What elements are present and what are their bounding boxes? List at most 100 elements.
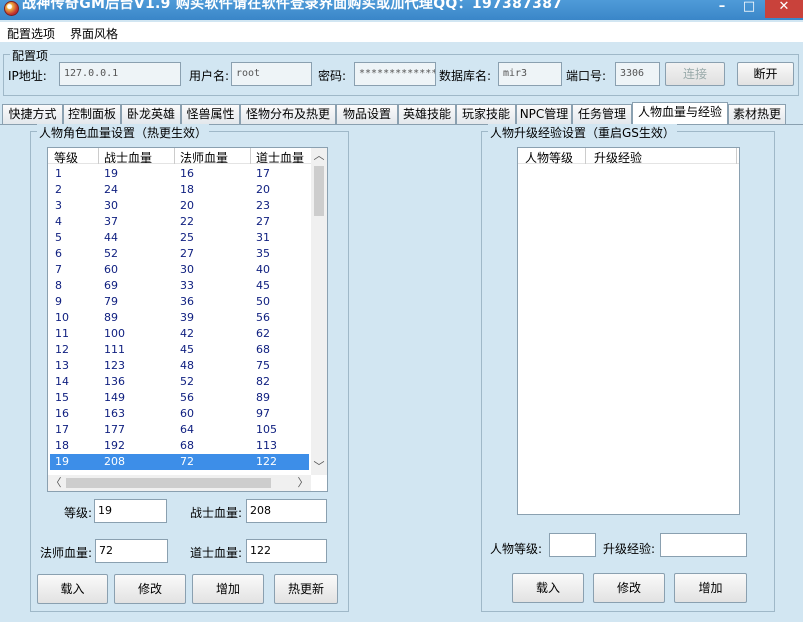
- tab-control-panel[interactable]: 控制面板: [63, 104, 121, 124]
- tab-item-settings[interactable]: 物品设置: [336, 104, 398, 124]
- table-cell: 27: [256, 215, 270, 228]
- tab-player-skills[interactable]: 玩家技能: [456, 104, 516, 124]
- table-cell: 2: [55, 183, 62, 196]
- app-icon: [4, 1, 19, 16]
- levelup-exp-input[interactable]: [660, 533, 747, 557]
- table-row[interactable]: 14 136 52 82: [50, 374, 309, 390]
- table-row[interactable]: 11 100 42 62: [50, 326, 309, 342]
- table-row[interactable]: 13 123 48 75: [50, 358, 309, 374]
- table-cell: 68: [180, 439, 194, 452]
- vscroll-thumb[interactable]: [314, 166, 324, 216]
- level-input[interactable]: 19: [94, 499, 167, 523]
- table-row[interactable]: 1 19 16 17: [50, 166, 309, 182]
- table-cell: 7: [55, 263, 62, 276]
- table-row[interactable]: 6 52 27 35: [50, 246, 309, 262]
- column-divider: [585, 148, 586, 164]
- col-warrior-hp-header[interactable]: 战士血量: [104, 149, 152, 166]
- username-field[interactable]: root: [231, 62, 312, 86]
- tab-hp-and-exp[interactable]: 人物血量与经验: [632, 102, 728, 124]
- database-label: 数据库名:: [439, 69, 492, 83]
- table-cell: 17: [55, 423, 69, 436]
- table-cell: 10: [55, 311, 69, 324]
- table-row[interactable]: 19 208 72 122: [50, 454, 309, 470]
- col-level-header[interactable]: 等级: [54, 149, 78, 166]
- table-row[interactable]: 3 30 20 23: [50, 198, 309, 214]
- port-field[interactable]: 3306: [615, 62, 660, 86]
- table-row[interactable]: 18 192 68 113: [50, 438, 309, 454]
- hp-load-button[interactable]: 载入: [37, 574, 108, 604]
- table-cell: 5: [55, 231, 62, 244]
- table-cell: 20: [180, 199, 194, 212]
- table-cell: 24: [104, 183, 118, 196]
- menu-config-options[interactable]: 配置选项: [7, 25, 55, 42]
- close-button[interactable]: ✕: [765, 0, 803, 18]
- database-field[interactable]: mir3: [498, 62, 562, 86]
- table-cell: 60: [180, 407, 194, 420]
- hp-table-hscrollbar[interactable]: 〈 〉: [48, 475, 311, 491]
- table-cell: 14: [55, 375, 69, 388]
- col-mage-hp-header[interactable]: 法师血量: [180, 149, 228, 166]
- minimize-button[interactable]: –: [713, 0, 731, 18]
- tab-monster-distribution[interactable]: 怪物分布及热更: [240, 104, 336, 124]
- col-taoist-hp-header[interactable]: 道士血量: [256, 149, 304, 166]
- table-cell: 19: [104, 167, 118, 180]
- char-level-input[interactable]: [549, 533, 596, 557]
- table-cell: 36: [180, 295, 194, 308]
- table-row[interactable]: 15 149 56 89: [50, 390, 309, 406]
- table-cell: 89: [104, 311, 118, 324]
- table-row[interactable]: 7 60 30 40: [50, 262, 309, 278]
- maximize-button[interactable]: □: [740, 0, 758, 18]
- password-label: 密码:: [318, 69, 347, 83]
- table-row[interactable]: 12 111 45 68: [50, 342, 309, 358]
- hp-modify-button[interactable]: 修改: [114, 574, 186, 604]
- scroll-up-icon[interactable]: ︿: [311, 148, 327, 164]
- tab-npc-management[interactable]: NPC管理: [516, 104, 572, 124]
- tab-monster-attributes[interactable]: 怪兽属性: [181, 104, 240, 124]
- password-field[interactable]: *************: [354, 62, 436, 86]
- connect-button[interactable]: 连接: [665, 62, 725, 86]
- table-cell: 44: [104, 231, 118, 244]
- tab-asset-hot-update[interactable]: 素材热更: [728, 104, 786, 124]
- table-cell: 111: [104, 343, 125, 356]
- scroll-left-icon[interactable]: 〈: [48, 475, 64, 491]
- table-row[interactable]: 5 44 25 31: [50, 230, 309, 246]
- hscroll-thumb[interactable]: [66, 478, 271, 488]
- table-cell: 12: [55, 343, 69, 356]
- table-cell: 100: [104, 327, 125, 340]
- table-row[interactable]: 2 24 18 20: [50, 182, 309, 198]
- ip-field[interactable]: 127.0.0.1: [59, 62, 181, 86]
- table-row[interactable]: 9 79 36 50: [50, 294, 309, 310]
- hot-update-button[interactable]: 热更新: [274, 574, 338, 604]
- exp-table-header: 人物等级 升级经验: [518, 148, 739, 166]
- disconnect-button[interactable]: 断开: [737, 62, 794, 86]
- tab-quest-management[interactable]: 任务管理: [572, 104, 632, 124]
- table-cell: 45: [180, 343, 194, 356]
- table-row[interactable]: 4 37 22 27: [50, 214, 309, 230]
- exp-load-button[interactable]: 载入: [512, 573, 584, 603]
- warrior-hp-input[interactable]: 208: [246, 499, 327, 523]
- table-row[interactable]: 10 89 39 56: [50, 310, 309, 326]
- col-char-level-header[interactable]: 人物等级: [525, 149, 573, 166]
- table-cell: 27: [180, 247, 194, 260]
- scroll-right-icon[interactable]: 〉: [295, 475, 311, 491]
- table-row[interactable]: 17 177 64 105: [50, 422, 309, 438]
- menu-ui-style[interactable]: 界面风格: [70, 25, 118, 42]
- exp-add-button[interactable]: 增加: [674, 573, 747, 603]
- table-cell: 4: [55, 215, 62, 228]
- tab-shortcuts[interactable]: 快捷方式: [2, 104, 63, 124]
- col-levelup-exp-header[interactable]: 升级经验: [594, 149, 642, 166]
- exp-table[interactable]: 人物等级 升级经验: [517, 147, 740, 515]
- hp-table[interactable]: 等级 战士血量 法师血量 道士血量 1 19 16 17 2 24 18 20 3 30 20 23 4…: [47, 147, 328, 492]
- hp-table-vscrollbar[interactable]: ︿ ﹀: [311, 148, 327, 475]
- taoist-hp-input[interactable]: 122: [246, 539, 327, 563]
- table-row[interactable]: 8 69 33 45: [50, 278, 309, 294]
- table-cell: 16: [180, 167, 194, 180]
- scroll-down-icon[interactable]: ﹀: [311, 459, 327, 475]
- mage-hp-input[interactable]: 72: [95, 539, 168, 563]
- hp-add-button[interactable]: 增加: [192, 574, 264, 604]
- tab-hero-skills[interactable]: 英雄技能: [398, 104, 456, 124]
- exp-modify-button[interactable]: 修改: [593, 573, 665, 603]
- tab-wolong-hero[interactable]: 卧龙英雄: [121, 104, 181, 124]
- table-cell: 3: [55, 199, 62, 212]
- table-row[interactable]: 16 163 60 97: [50, 406, 309, 422]
